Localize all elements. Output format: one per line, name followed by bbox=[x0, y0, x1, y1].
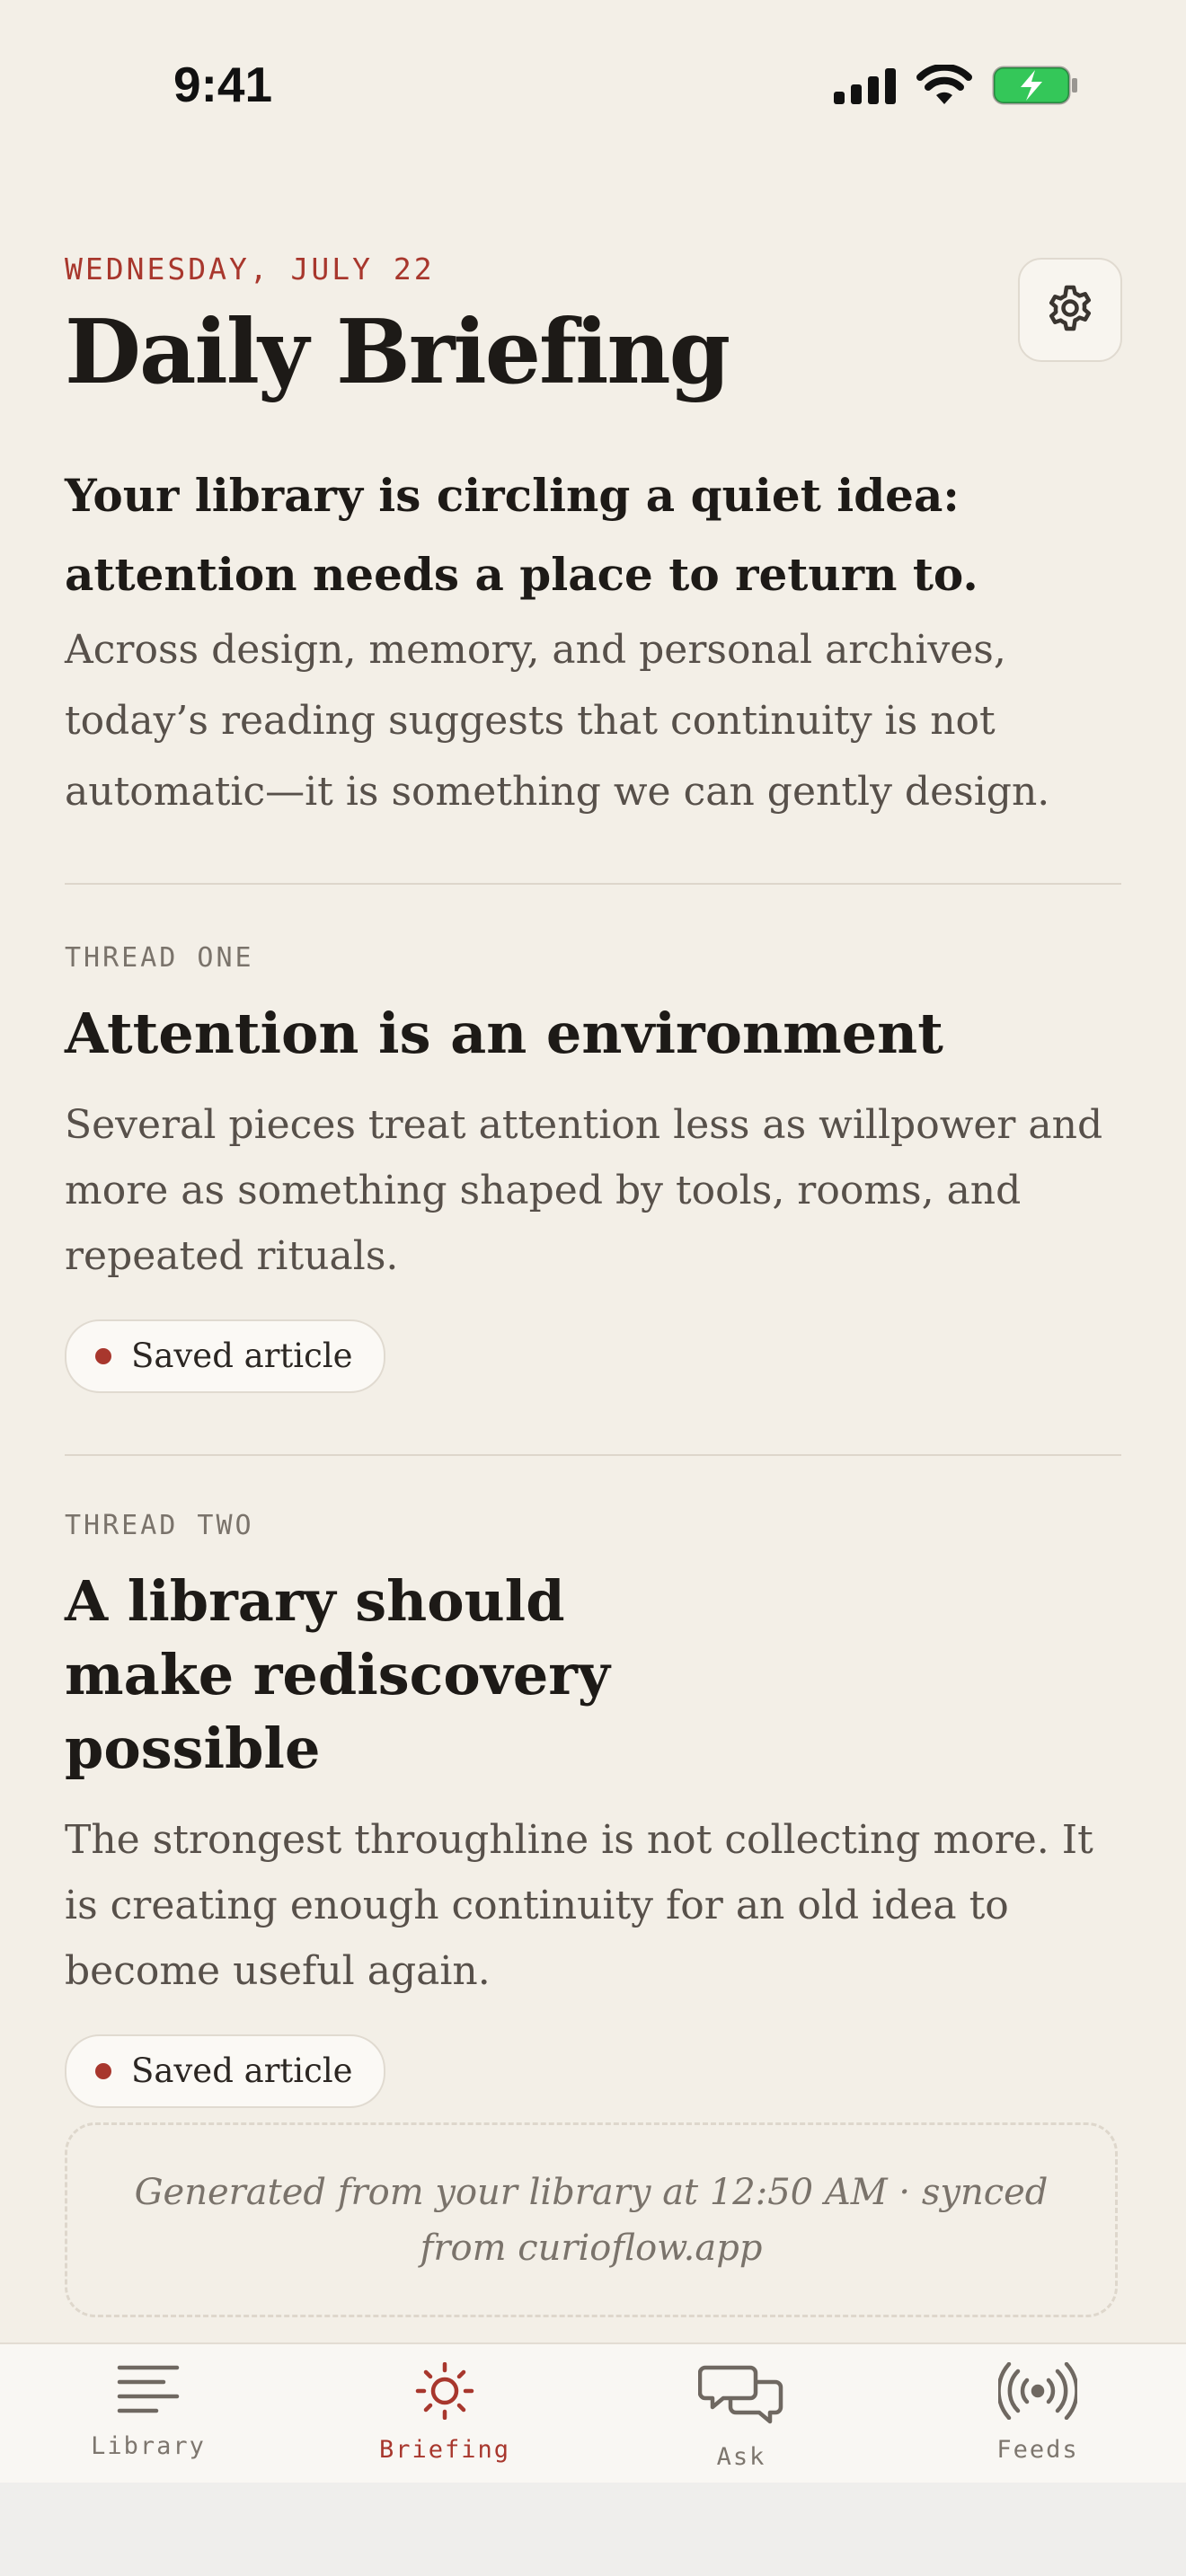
accent-dot-icon bbox=[95, 2062, 111, 2079]
tab-briefing[interactable]: Briefing bbox=[296, 2344, 593, 2484]
tab-ask[interactable]: Ask bbox=[593, 2344, 890, 2484]
saved-article-chip[interactable]: Saved article bbox=[65, 2033, 385, 2108]
saved-article-chip[interactable]: Saved article bbox=[65, 1319, 385, 1393]
wifi-icon bbox=[916, 63, 972, 110]
divider bbox=[65, 1453, 1121, 1456]
chat-bubbles-icon bbox=[697, 2362, 784, 2430]
thread-title: Attention is an environment bbox=[65, 1000, 943, 1066]
tab-label: Feeds bbox=[996, 2436, 1079, 2464]
summary-lead: Your library is circling a quiet idea: a… bbox=[65, 468, 978, 601]
thread-body: The strongest throughline is not collect… bbox=[65, 1816, 1093, 1994]
accent-dot-icon bbox=[95, 1347, 111, 1364]
tab-label: Ask bbox=[716, 2443, 766, 2471]
library-lines-icon bbox=[117, 2362, 180, 2420]
thread-title: A library should make rediscovery possib… bbox=[65, 1567, 610, 1781]
status-time: 9:41 bbox=[173, 57, 273, 112]
sun-icon bbox=[413, 2361, 476, 2423]
battery-charging-icon bbox=[992, 65, 1078, 110]
home-indicator-area bbox=[0, 2483, 1186, 2576]
cellular-signal-icon bbox=[834, 66, 897, 108]
briefing-content: WEDNESDAY, JULY 22 Daily Briefing Your l… bbox=[65, 251, 1121, 2108]
status-bar: 9:41 bbox=[0, 0, 1186, 171]
briefing-date: WEDNESDAY, JULY 22 bbox=[65, 251, 435, 287]
page-title: Daily Briefing bbox=[65, 301, 730, 404]
status-icons bbox=[834, 63, 1078, 110]
thread-kicker: THREAD TWO bbox=[65, 1509, 254, 1541]
broadcast-icon bbox=[996, 2361, 1079, 2423]
thread-kicker: THREAD ONE bbox=[65, 941, 254, 974]
tab-feeds[interactable]: Feeds bbox=[890, 2344, 1186, 2484]
tab-library[interactable]: Library bbox=[0, 2344, 296, 2484]
chip-label: Saved article bbox=[131, 1337, 353, 1376]
tab-label: Briefing bbox=[378, 2436, 511, 2464]
tab-bar: Library Briefing Ask Feeds bbox=[0, 2342, 1186, 2484]
thread-two: THREAD TWO A library should make redisco… bbox=[65, 1510, 1121, 2108]
thread-one: THREAD ONE Attention is an environment S… bbox=[65, 942, 1121, 1393]
chip-label: Saved article bbox=[131, 2051, 353, 2091]
summary-body: Across design, memory, and personal arch… bbox=[65, 626, 1050, 815]
generation-note: Generated from your library at 12:50 AM … bbox=[65, 2122, 1118, 2317]
tab-label: Library bbox=[91, 2432, 206, 2460]
thread-body: Several pieces treat attention less as w… bbox=[65, 1101, 1103, 1279]
divider bbox=[65, 882, 1121, 885]
